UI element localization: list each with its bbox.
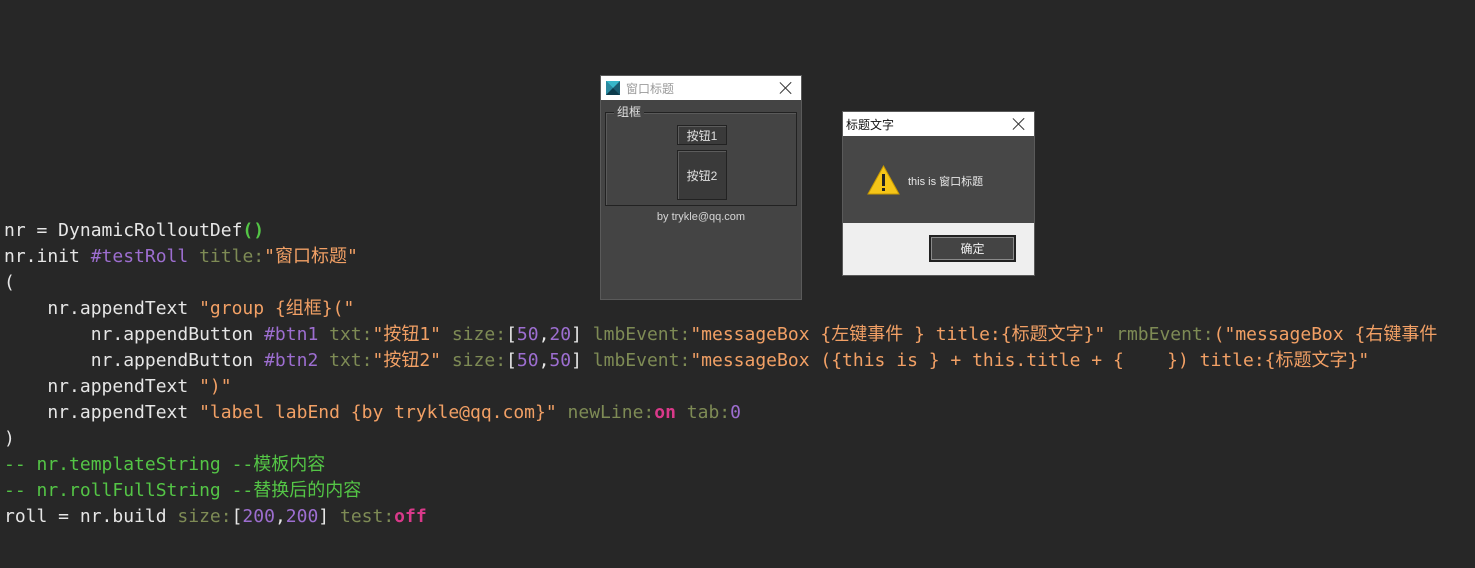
code-token: ("messageBox {右键事件 [1213, 324, 1438, 345]
code-token: nr.appendText [4, 376, 200, 397]
code-line: nr.appendButton #btn1 txt:"按钮1" size:[50… [4, 322, 1438, 348]
code-token: 50 [516, 350, 539, 371]
code-token: size: [451, 350, 507, 371]
code-token: size: [451, 324, 507, 345]
code-token: "label labEnd {by trykle@qq.com}" [199, 402, 557, 423]
code-token: ] [571, 324, 593, 345]
footer-label: by trykle@qq.com [656, 211, 746, 223]
code-token: 200 [242, 506, 275, 527]
code-token: ) [4, 428, 15, 449]
code-line: -- nr.templateString --模板内容 [4, 452, 1437, 478]
code-token: nr.appendText [4, 298, 200, 319]
code-token: , [538, 324, 550, 345]
ok-button[interactable]: 确定 [929, 235, 1016, 262]
code-token: nr.appendButton [4, 350, 265, 371]
code-token: [ [506, 324, 517, 345]
code-line: -- nr.rollFullString --替换后的内容 [4, 478, 1437, 504]
code-token: , [538, 350, 550, 371]
message-text: this is 窗口标题 [908, 176, 984, 188]
code-token: [ [506, 350, 517, 371]
code-token: nr.appendButton [4, 324, 265, 345]
code-line: nr.appendText ")" [4, 374, 1437, 400]
code-token: 50 [516, 324, 539, 345]
message-box-titlebar[interactable]: 标题文字 [843, 112, 1034, 136]
code-token: #btn1 [264, 324, 319, 345]
code-token: off [394, 506, 427, 527]
code-token: #testRoll [90, 246, 189, 267]
warning-icon [867, 164, 900, 195]
code-token: "messageBox ({this is } + this.title + {… [690, 350, 1370, 371]
code-token: 0 [730, 402, 741, 423]
button-1[interactable]: 按钮1 [677, 125, 727, 145]
code-line: ) [4, 426, 1437, 452]
message-box: 标题文字 this is 窗口标题 确定 [842, 111, 1035, 276]
code-token: , [274, 506, 286, 527]
code-token: "按钮1" [372, 324, 441, 345]
rollout-window: 窗口标题 组框 按钮1 按钮2 by trykle@qq.com [600, 75, 802, 300]
code-token: txt: [329, 350, 373, 371]
code-token: () [242, 220, 265, 241]
code-token: txt: [329, 324, 373, 345]
code-token: rmbEvent: [1116, 324, 1214, 345]
rollout-title: 窗口标题 [626, 81, 675, 96]
code-token: -- nr.templateString --模板内容 [4, 454, 326, 475]
code-token: -- nr.rollFullString --替换后的内容 [4, 480, 362, 501]
code-token: [ [231, 506, 243, 527]
code-token: on [654, 402, 676, 423]
code-token: title: [199, 246, 265, 267]
code-line: nr.appendButton #btn2 txt:"按钮2" size:[50… [4, 348, 1437, 374]
code-token: "messageBox {左键事件 } title:{标题文字}" [690, 324, 1106, 345]
code-token: ( [4, 272, 15, 293]
code-token: ")" [199, 376, 232, 397]
code-token: nr.init [4, 246, 91, 267]
code-token: 200 [285, 506, 319, 527]
code-token: nr.appendText [4, 402, 200, 423]
code-token: "窗口标题" [264, 246, 358, 267]
message-box-title: 标题文字 [846, 117, 895, 132]
close-icon[interactable] [1012, 117, 1026, 131]
code-token: roll = nr.build [4, 506, 178, 527]
code-line: roll = nr.build size:[200,200] test:off [4, 504, 1437, 530]
rollout-titlebar[interactable]: 窗口标题 [601, 76, 801, 100]
group-box: 组框 按钮1 按钮2 [605, 105, 797, 206]
code-token: #btn2 [264, 350, 319, 371]
code-token: ] [318, 506, 340, 527]
code-token: lmbEvent: [592, 350, 691, 371]
code-token: "按钮2" [372, 350, 441, 371]
group-label: 组框 [614, 105, 645, 119]
code-token: newLine: [567, 402, 655, 423]
code-line: nr.appendText "label labEnd {by trykle@q… [4, 400, 1437, 426]
code-token: ] [571, 350, 593, 371]
message-box-footer: 确定 [843, 223, 1034, 275]
button-2[interactable]: 按钮2 [677, 150, 727, 200]
code-token: nr = DynamicRolloutDef [4, 220, 243, 241]
code-token: test: [339, 506, 395, 527]
code-token: 50 [549, 350, 572, 371]
code-token: "group {组框}(" [199, 298, 355, 319]
code-token: size: [177, 506, 232, 527]
code-token: lmbEvent: [592, 324, 691, 345]
3dsmax-icon [605, 80, 621, 96]
close-icon[interactable] [779, 81, 793, 95]
code-token: 20 [549, 324, 572, 345]
code-token: tab: [686, 402, 731, 423]
